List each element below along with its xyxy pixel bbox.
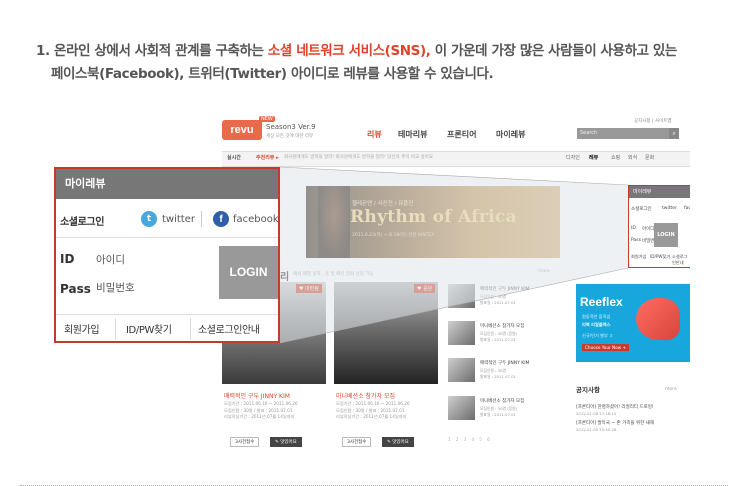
nav-my-review[interactable]: 마이레뷰 — [496, 129, 525, 140]
small-find-id-link[interactable]: ID/PW찾기 — [650, 254, 670, 260]
thumb-title[interactable]: 매력적인 구두 JINNY KIM — [480, 286, 529, 292]
banner-title: Rhythm of Africa — [350, 207, 517, 227]
new-badge: NEW — [259, 116, 275, 122]
season-title: Season3 Ver.9 — [266, 123, 316, 131]
divider — [201, 211, 202, 227]
divider — [56, 237, 278, 238]
card-like-button[interactable]: ✎ 맛있어요 — [382, 437, 414, 447]
small-login-title: 마이레뷰 — [629, 186, 690, 198]
strip-hot[interactable]: 추천리뷰 ▸ — [256, 154, 279, 161]
find-id-pw-link[interactable]: ID/PW찾기 — [126, 321, 172, 336]
nav-review[interactable]: 리뷰 — [367, 129, 382, 140]
banner-subtitle: 헬레몬엔 / 사진전 / 뮤플전 — [352, 201, 414, 207]
small-id-label: ID — [631, 226, 636, 231]
thumb-meta: 모집인원 : 30명 (응원) 발표일 : 2011.07.01 — [480, 406, 518, 417]
small-pass-label: Pass — [631, 238, 641, 243]
notice-item[interactable]: [프론티어] 한명하셨어! 리얼리티 드로잉! — [576, 404, 654, 410]
card-meta: 모집기간 : 2011.06.16 ~ 2011.06.26 모집인원 : 30명… — [224, 401, 298, 419]
magnifier-icon[interactable]: ⌕ — [669, 128, 679, 139]
thumb-image[interactable] — [448, 396, 475, 420]
small-login-button[interactable]: LOGIN — [654, 223, 678, 247]
thumb-image[interactable] — [448, 321, 475, 345]
card-apply-button[interactable]: 3사건접수 — [342, 437, 372, 447]
thumb-image[interactable] — [448, 358, 475, 382]
strip-menu-review[interactable]: 레뷰 — [589, 154, 598, 161]
facebook-login-button[interactable]: facebook — [233, 214, 279, 225]
shoe-image — [636, 298, 680, 340]
card-title[interactable]: 미니베션소 참가자 모집 — [336, 391, 395, 400]
small-social-guide-link[interactable]: 소셜로그인안내 — [672, 254, 690, 266]
card-image[interactable] — [334, 282, 438, 384]
notice-more-link[interactable]: more — [665, 387, 677, 392]
card-title[interactable]: 매력적인 구두 JINNY KIM — [224, 391, 290, 400]
small-id-input[interactable]: 아이디 — [642, 226, 654, 232]
divider — [190, 318, 191, 340]
small-twitter-button[interactable]: twitter — [662, 206, 677, 211]
divider — [56, 314, 278, 315]
thumb-title[interactable]: 매력적인 구두 JINNY KIM — [480, 360, 529, 366]
small-social-label: 소셜로그인 — [631, 207, 652, 212]
card-tag: ♥ 응원 — [414, 284, 436, 293]
strip-menu-culture[interactable]: 문화 — [645, 154, 654, 161]
banner-photo — [318, 186, 350, 258]
signup-link[interactable]: 회원가입 — [64, 321, 100, 336]
thumb-meta: 모집인원 : 30명 발표일 : 2011.07.01 — [480, 294, 516, 305]
id-label: ID — [60, 252, 75, 266]
instruction-line2: 페이스북(Facebook), 트위터(Twitter) 아이디로 레뷰를 사용… — [51, 66, 494, 82]
thumb-image[interactable] — [448, 284, 475, 308]
search-input[interactable]: Search — [577, 128, 669, 139]
ad-button[interactable]: Choose Your Now + — [582, 344, 630, 351]
strip-text[interactable]: 회사원에게도 방학을 달라! 회사원에게도 방학을 달라! 당신의 추억 비교 … — [284, 154, 534, 160]
pager[interactable]: 1 2 3 4 5 6 — [448, 437, 492, 442]
social-login-guide-link[interactable]: 소셜로그인안내 — [198, 321, 260, 336]
small-facebook-button[interactable]: facebook — [684, 206, 690, 211]
zoom-login-title: 마이레뷰 — [56, 169, 278, 199]
small-signup-link[interactable]: 회원가입 — [631, 254, 646, 260]
card-meta: 모집기간 : 2011.06.16 ~ 2011.06.26 모집인원 : 30명… — [336, 401, 410, 419]
ad-line3: 신규/인기 발부 ㅎ — [582, 333, 614, 338]
instruction-part2: 이 가운데 가장 많은 사람들이 사용하고 있는 — [434, 43, 678, 59]
twitter-icon[interactable]: t — [141, 211, 157, 227]
website-screenshot: revu NEW Season3 Ver.9 세상 모든 것에 대한 리뷰 리뷰… — [222, 114, 690, 450]
strip-menu-design[interactable]: 디자인 — [566, 154, 580, 161]
ad-line2: 리복 리얼플렉스 — [582, 322, 611, 327]
instruction-number: 1. — [36, 43, 50, 59]
ad-line1: 원동적인 움직임 — [582, 314, 611, 319]
season-subtitle: 세상 모든 것에 대한 리뷰 — [266, 134, 314, 139]
id-input[interactable]: 아이디 — [96, 252, 125, 267]
instruction-part1: 온라인 상에서 사회적 관계를 구축하는 — [54, 43, 264, 59]
thumb-title[interactable]: 미니베션소 참가자 모집 — [480, 398, 524, 404]
card-apply-button[interactable]: 3사건접수 — [230, 437, 260, 447]
strip-menu-shopping[interactable]: 쇼핑 — [611, 154, 620, 161]
section-title: 리 — [280, 272, 290, 283]
facebook-icon[interactable]: f — [213, 211, 229, 227]
more-link[interactable]: more — [538, 269, 550, 274]
notice-title: 공지사항 — [576, 386, 600, 394]
site-logo[interactable]: revu — [222, 120, 262, 140]
thumb-meta: 모집인원 : 30명 (응원) 발표일 : 2011.07.01 — [480, 331, 518, 342]
notice-date: 2012-01-06 17:16:15 — [576, 411, 617, 416]
banner-date: 2011.6.23(목) ~ 8.18(목) 인천 KINTEX — [352, 233, 435, 238]
social-login-label: 소셜로그인 — [60, 217, 105, 228]
strip-menu-food[interactable]: 외식 — [628, 154, 637, 161]
login-button[interactable]: LOGIN — [219, 246, 278, 299]
strip-label: 실시간 — [227, 155, 241, 161]
ad-title: Reeflex — [580, 295, 623, 309]
top-links[interactable]: 공지사항 | 사이트맵 — [634, 118, 672, 124]
twitter-login-button[interactable]: twitter — [162, 214, 195, 225]
thumb-title[interactable]: 미니베션소 참가자 모집 — [480, 323, 524, 329]
instruction-highlight: 소셜 네트워크 서비스(SNS), — [267, 43, 431, 59]
instruction-text: 1. 온라인 상에서 사회적 관계를 구축하는 소셜 네트워크 서비스(SNS)… — [36, 40, 736, 86]
notice-item[interactable]: [프론티어] 발막국 ~ 존 가족을 위한 새해 — [576, 420, 654, 426]
notice-date: 2012-01-05 15:40:28 — [576, 427, 617, 432]
section-desc: 패셔 패밀 옷차 , 옷 및 패션 잡화 신청 가능 — [293, 272, 374, 277]
password-input[interactable]: 비밀번호 — [96, 280, 135, 295]
divider — [115, 318, 116, 340]
card-like-button[interactable]: ✎ 맛있어요 — [270, 437, 302, 447]
nav-frontier[interactable]: 프론티어 — [447, 129, 476, 140]
card-tag: ♥ 마련됨 — [296, 284, 322, 293]
nav-theme-review[interactable]: 테마리뷰 — [398, 129, 427, 140]
thumb-meta: 모집인원 : 30명 발표일 : 2011.07.01 — [480, 368, 516, 379]
pass-label: Pass — [60, 282, 91, 296]
